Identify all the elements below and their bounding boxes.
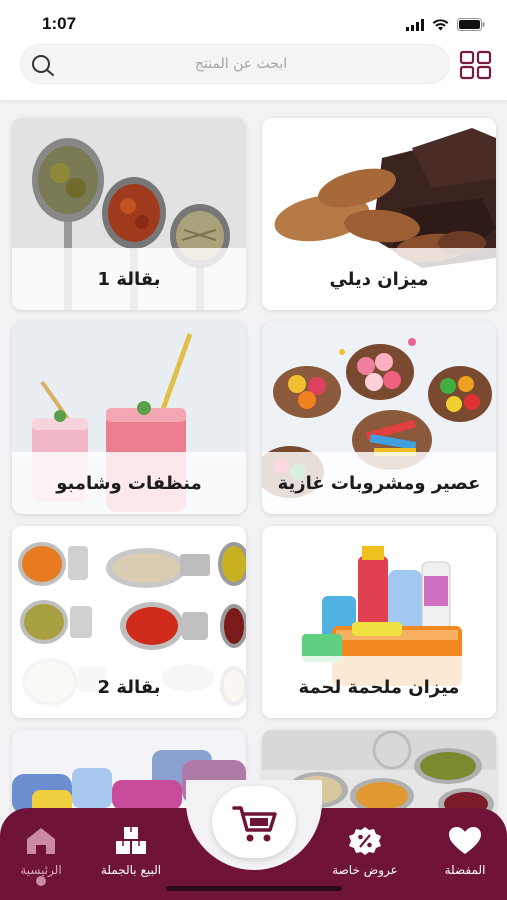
nav-special-offers[interactable]: عروض خاصة: [320, 826, 410, 877]
category-card-grocery-1[interactable]: بقالة 1: [12, 118, 246, 310]
search-icon[interactable]: [31, 54, 55, 80]
category-label: ميزان ديلي: [329, 269, 429, 290]
category-card-daily-scale[interactable]: ميزان ديلي: [262, 118, 496, 310]
wifi-icon: [432, 16, 449, 35]
category-label: منظفات وشامبو: [56, 473, 202, 494]
grid-view-button[interactable]: [459, 50, 493, 80]
category-label: بقالة 2: [97, 677, 161, 698]
nav-favorites-label: المفضلة: [444, 863, 486, 877]
discount-badge-icon: [349, 827, 381, 855]
active-indicator-dot: [36, 876, 46, 886]
signal-icon: [406, 16, 424, 35]
category-card-grocery-2[interactable]: بقالة 2: [12, 526, 246, 718]
grid-icon: [459, 50, 492, 80]
status-bar: 1:07: [0, 0, 507, 44]
status-icons: [406, 16, 485, 35]
category-label: عصير ومشروبات غازية: [277, 473, 481, 494]
home-icon: [27, 828, 55, 854]
category-label: ميزان ملحمة لحمة: [298, 677, 460, 698]
cart-button[interactable]: [212, 786, 296, 858]
category-label: بقالة 1: [97, 269, 161, 290]
search-bar[interactable]: [20, 44, 450, 84]
nav-home-label: الرئيسية: [20, 863, 62, 877]
category-card-detergents-shampoo[interactable]: منظفات وشامبو: [12, 322, 246, 514]
nav-favorites[interactable]: المفضلة: [420, 826, 507, 877]
heart-icon: [449, 827, 481, 854]
nav-wholesale[interactable]: البيع بالجملة: [86, 826, 176, 877]
home-indicator: [166, 886, 342, 891]
status-time: 1:07: [42, 14, 77, 33]
battery-icon: [457, 16, 485, 35]
category-card-juices-soft-drinks[interactable]: عصير ومشروبات غازية: [262, 322, 496, 514]
header: [0, 44, 507, 100]
nav-offers-label: عروض خاصة: [332, 863, 398, 877]
nav-home[interactable]: الرئيسية: [0, 826, 86, 877]
category-card-butcher-scale[interactable]: ميزان ملحمة لحمة: [262, 526, 496, 718]
nav-wholesale-label: البيع بالجملة: [100, 863, 162, 877]
cart-icon: [232, 806, 277, 842]
search-input[interactable]: [71, 45, 411, 83]
boxes-icon: [116, 827, 146, 854]
